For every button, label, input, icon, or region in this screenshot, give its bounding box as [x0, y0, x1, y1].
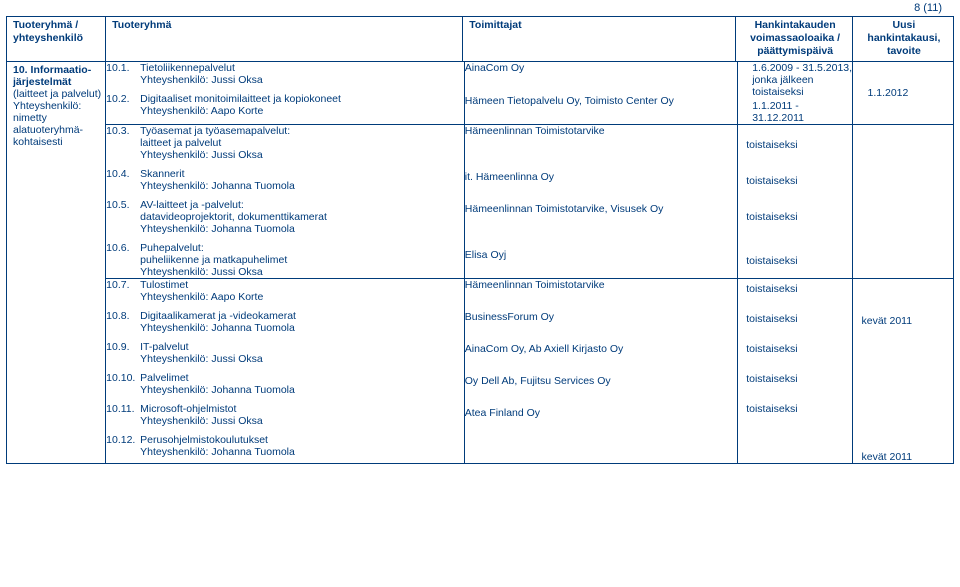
page-indicator: 8 (11): [914, 2, 942, 14]
header-col-group: Tuoteryhmä / yhteyshenkilö: [7, 17, 106, 62]
row-period: toistaiseksi: [738, 255, 852, 267]
row-name: Työasemat ja työasemapalvelut:: [140, 125, 464, 137]
row-contact: Yhteyshenkilö: Johanna Tuomola: [140, 384, 295, 396]
row-name: Puhepalvelut:: [140, 242, 464, 254]
section-contact-label: Yhteyshenkilö:: [13, 100, 81, 112]
header-col-period: Hankintakauden voimassaoloaika / päättym…: [736, 17, 852, 62]
row-name2: puheliikenne ja matkapuhelimet: [140, 254, 464, 266]
row-supplier: AinaCom Oy: [465, 62, 737, 74]
row-target: 1.1.2012: [853, 87, 953, 99]
header-row: Tuoteryhmä / yhteyshenkilö Tuoteryhmä To…: [7, 17, 954, 62]
row-supplier: Hämeenlinnan Toimistotarvike, Visusek Oy: [465, 203, 737, 215]
row-contact: Yhteyshenkilö: Johanna Tuomola: [140, 446, 295, 458]
row-period: toistaiseksi: [738, 211, 852, 223]
row-num: 10.9.: [106, 341, 140, 353]
row-num: 10.7.: [106, 279, 140, 291]
row-contact: Yhteyshenkilö: Aapo Korte: [140, 291, 263, 303]
section-contact-note: nimetty alatuoteryhmä-kohtaisesti: [13, 112, 83, 148]
row-period: toistaiseksi: [738, 175, 852, 187]
row-period: toistaiseksi: [738, 373, 852, 385]
row-name: Digitaaliset monitoimilaitteet ja kopiok…: [140, 93, 464, 105]
row-num: 10.6.: [106, 242, 140, 254]
row-name: Tulostimet: [140, 279, 464, 291]
table-row: 10.7. Tulostimet Yhteyshenkilö: Aapo Kor…: [106, 279, 953, 464]
header-col-suppliers: Toimittajat: [463, 17, 736, 62]
header-col-target: Uusi hankintakausi, tavoite: [852, 17, 953, 62]
row-name: Skannerit: [140, 168, 464, 180]
row-supplier: AinaCom Oy, Ab Axiell Kirjasto Oy: [465, 343, 737, 355]
section-body: 10.1. Tietoliikennepalvelut Yhteyshenkil…: [106, 62, 954, 464]
row-period: toistaiseksi: [738, 343, 852, 355]
row-num: 10.2.: [106, 93, 140, 105]
row-name: IT-palvelut: [140, 341, 464, 353]
row-supplier: Hämeenlinnan Toimistotarvike: [465, 125, 737, 137]
row-contact: Yhteyshenkilö: Jussi Oksa: [140, 74, 263, 86]
row-period: 1.1.2011 - 31.12.2011: [738, 100, 852, 124]
row-name: Microsoft-ohjelmistot: [140, 403, 464, 415]
section-label-cell: 10. Informaatio-järjestelmät (laitteet j…: [7, 62, 106, 464]
row-contact: Yhteyshenkilö: Jussi Oksa: [140, 415, 263, 427]
row-period: toistaiseksi: [738, 313, 852, 325]
row-supplier: it. Hämeenlinna Oy: [465, 171, 737, 183]
row-name2: datavideoprojektorit, dokumenttikamerat: [140, 211, 464, 223]
row-supplier: BusinessForum Oy: [465, 311, 737, 323]
row-contact: Yhteyshenkilö: Johanna Tuomola: [140, 223, 295, 235]
row-contact: Yhteyshenkilö: Jussi Oksa: [140, 353, 263, 365]
row-contact: Yhteyshenkilö: Aapo Korte: [140, 105, 263, 117]
section-sub: (laitteet ja palvelut): [13, 88, 101, 100]
row-num: 10.11.: [106, 403, 140, 415]
row-supplier: Elisa Oyj: [465, 249, 737, 261]
row-contact: Yhteyshenkilö: Jussi Oksa: [140, 149, 263, 161]
row-contact: Yhteyshenkilö: Johanna Tuomola: [140, 180, 295, 192]
row-name: Digitaalikamerat ja -videokamerat: [140, 310, 464, 322]
row-name: Palvelimet: [140, 372, 464, 384]
section-row: 10. Informaatio-järjestelmät (laitteet j…: [7, 62, 954, 464]
row-supplier: Hämeen Tietopalvelu Oy, Toimisto Center …: [465, 95, 737, 107]
row-num: 10.1.: [106, 62, 140, 74]
row-num: 10.10.: [106, 372, 140, 384]
row-name: AV-laitteet ja -palvelut:: [140, 199, 464, 211]
row-target: kevät 2011: [853, 451, 953, 463]
section-num: 10.: [13, 64, 28, 76]
row-num: 10.3.: [106, 125, 140, 137]
row-num: 10.4.: [106, 168, 140, 180]
row-period: 1.6.2009 - 31.5.2013, jonka jälkeen tois…: [738, 62, 852, 98]
row-name: Perusohjelmistokoulutukset: [140, 434, 464, 446]
header-col-productgroup: Tuoteryhmä: [106, 17, 463, 62]
row-target: kevät 2011: [853, 315, 953, 327]
row-num: 10.8.: [106, 310, 140, 322]
row-name2: laitteet ja palvelut: [140, 137, 464, 149]
row-contact: Yhteyshenkilö: Johanna Tuomola: [140, 322, 295, 334]
row-num: 10.12.: [106, 434, 140, 446]
table-row: 10.3. Työasemat ja työasemapalvelut: lai…: [106, 125, 953, 279]
row-contact: Yhteyshenkilö: Jussi Oksa: [140, 266, 263, 278]
row-num: 10.5.: [106, 199, 140, 211]
row-supplier: Atea Finland Oy: [465, 407, 737, 419]
row-period: toistaiseksi: [738, 283, 852, 295]
row-period: toistaiseksi: [738, 139, 852, 151]
table-row: 10.1. Tietoliikennepalvelut Yhteyshenkil…: [106, 62, 953, 125]
row-period: toistaiseksi: [738, 403, 852, 415]
row-supplier: Hämeenlinnan Toimistotarvike: [465, 279, 737, 291]
main-table: Tuoteryhmä / yhteyshenkilö Tuoteryhmä To…: [6, 16, 954, 464]
row-name: Tietoliikennepalvelut: [140, 62, 464, 74]
row-supplier: Oy Dell Ab, Fujitsu Services Oy: [465, 375, 737, 387]
